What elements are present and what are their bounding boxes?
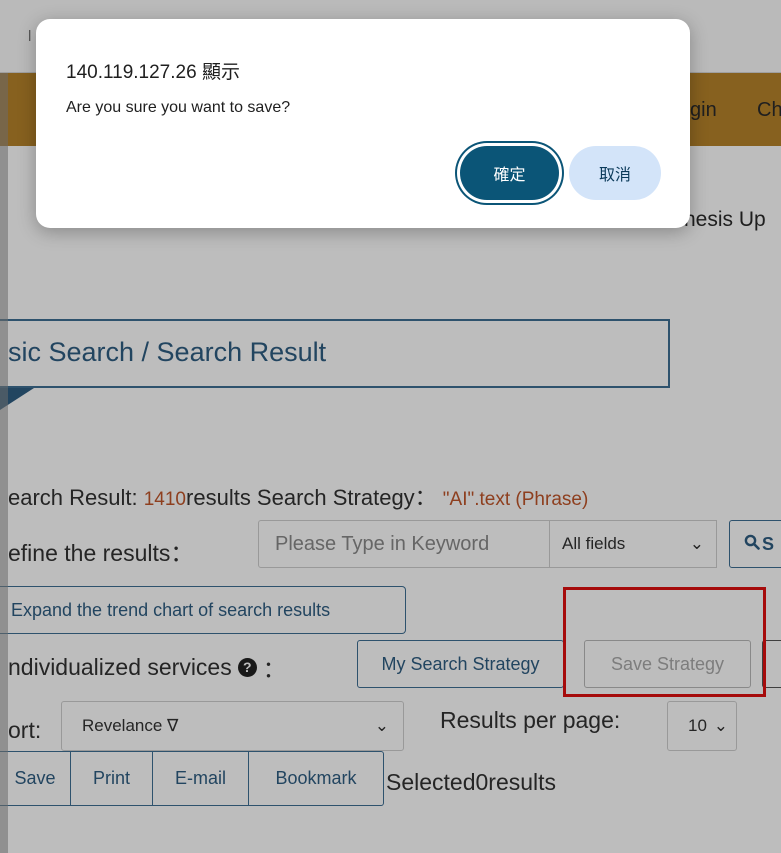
field-select[interactable]: All fields ⌄ — [549, 520, 717, 568]
result-middle: results Search Strategy： — [186, 485, 443, 510]
nav-login[interactable]: gin — [690, 99, 717, 122]
print-label: Print — [92, 768, 130, 788]
my-strategy-label: My Search Strategy — [381, 653, 540, 674]
result-action-group: Save Print E-mail Bookmark — [0, 751, 384, 806]
dialog-cancel-label: 取消 — [598, 167, 631, 184]
search-button-label: S — [762, 533, 775, 554]
save-button[interactable]: Save — [0, 752, 71, 805]
result-prefix: earch Result: — [8, 485, 144, 510]
dialog-ok-button[interactable]: 確定 — [460, 146, 559, 200]
chevron-down-icon: ⌄ — [374, 716, 389, 735]
individualized-services: ndividualized services ? ： — [8, 650, 286, 684]
services-label: ndividualized services — [8, 653, 232, 680]
refine-label: efine the results： — [8, 540, 194, 566]
trend-button-label: Expand the trend chart of search results — [11, 599, 331, 620]
page-title-box: sic Search / Search Result — [0, 319, 670, 388]
search-icon — [744, 534, 760, 555]
my-search-strategy-button[interactable]: My Search Strategy — [357, 640, 564, 688]
save-strategy-button[interactable]: Save Strategy — [584, 640, 751, 688]
results-per-page-label: Results per page: — [440, 707, 621, 733]
results-per-page-select[interactable]: 10 ⌄ — [667, 701, 737, 751]
expand-trend-chart-button[interactable]: Expand the trend chart of search results — [0, 586, 406, 634]
email-label: E-mail — [174, 768, 226, 788]
search-button[interactable]: S — [729, 520, 781, 568]
dialog-message: Are you sure you want to save? — [66, 99, 291, 116]
selected-count-text: Selected0results — [386, 769, 557, 795]
services-colon: ： — [262, 656, 286, 682]
page-left-edge — [0, 73, 8, 853]
sort-select-value: Revelance ∇ — [82, 716, 179, 735]
confirm-dialog: 140.119.127.26 顯示 Are you sure you want … — [36, 19, 690, 228]
dialog-cancel-button[interactable]: 取消 — [569, 146, 661, 200]
bookmark-label: Bookmark — [275, 768, 357, 788]
nav-language[interactable]: Ch — [757, 99, 781, 122]
question-circle-icon[interactable]: ? — [237, 657, 257, 677]
news-link[interactable]: hesis Up — [684, 208, 766, 232]
save-label: Save — [14, 768, 56, 788]
url-fragment[interactable]: l — [28, 28, 31, 45]
chevron-down-icon: ⌄ — [713, 716, 728, 735]
save-strategy-label: Save Strategy — [610, 653, 725, 674]
chevron-down-icon: ⌄ — [689, 534, 704, 553]
print-button[interactable]: Print — [71, 752, 153, 805]
field-select-value: All fields — [562, 534, 626, 553]
sort-select[interactable]: Revelance ∇ ⌄ — [61, 701, 404, 751]
search-result-summary: earch Result: 1410results Search Strateg… — [8, 480, 588, 512]
result-count: 1410 — [143, 489, 187, 510]
more-services-button[interactable] — [762, 640, 781, 688]
sort-label: ort: — [8, 717, 42, 743]
page-title: sic Search / Search Result — [8, 337, 327, 367]
dialog-ok-label: 確定 — [493, 167, 526, 184]
bookmark-button[interactable]: Bookmark — [249, 752, 383, 805]
per-page-value: 10 — [688, 716, 707, 735]
email-button[interactable]: E-mail — [153, 752, 249, 805]
search-strategy: "AI".text (Phrase) — [442, 489, 589, 510]
dialog-origin: 140.119.127.26 顯示 — [66, 62, 240, 83]
keyword-input[interactable] — [258, 520, 550, 568]
